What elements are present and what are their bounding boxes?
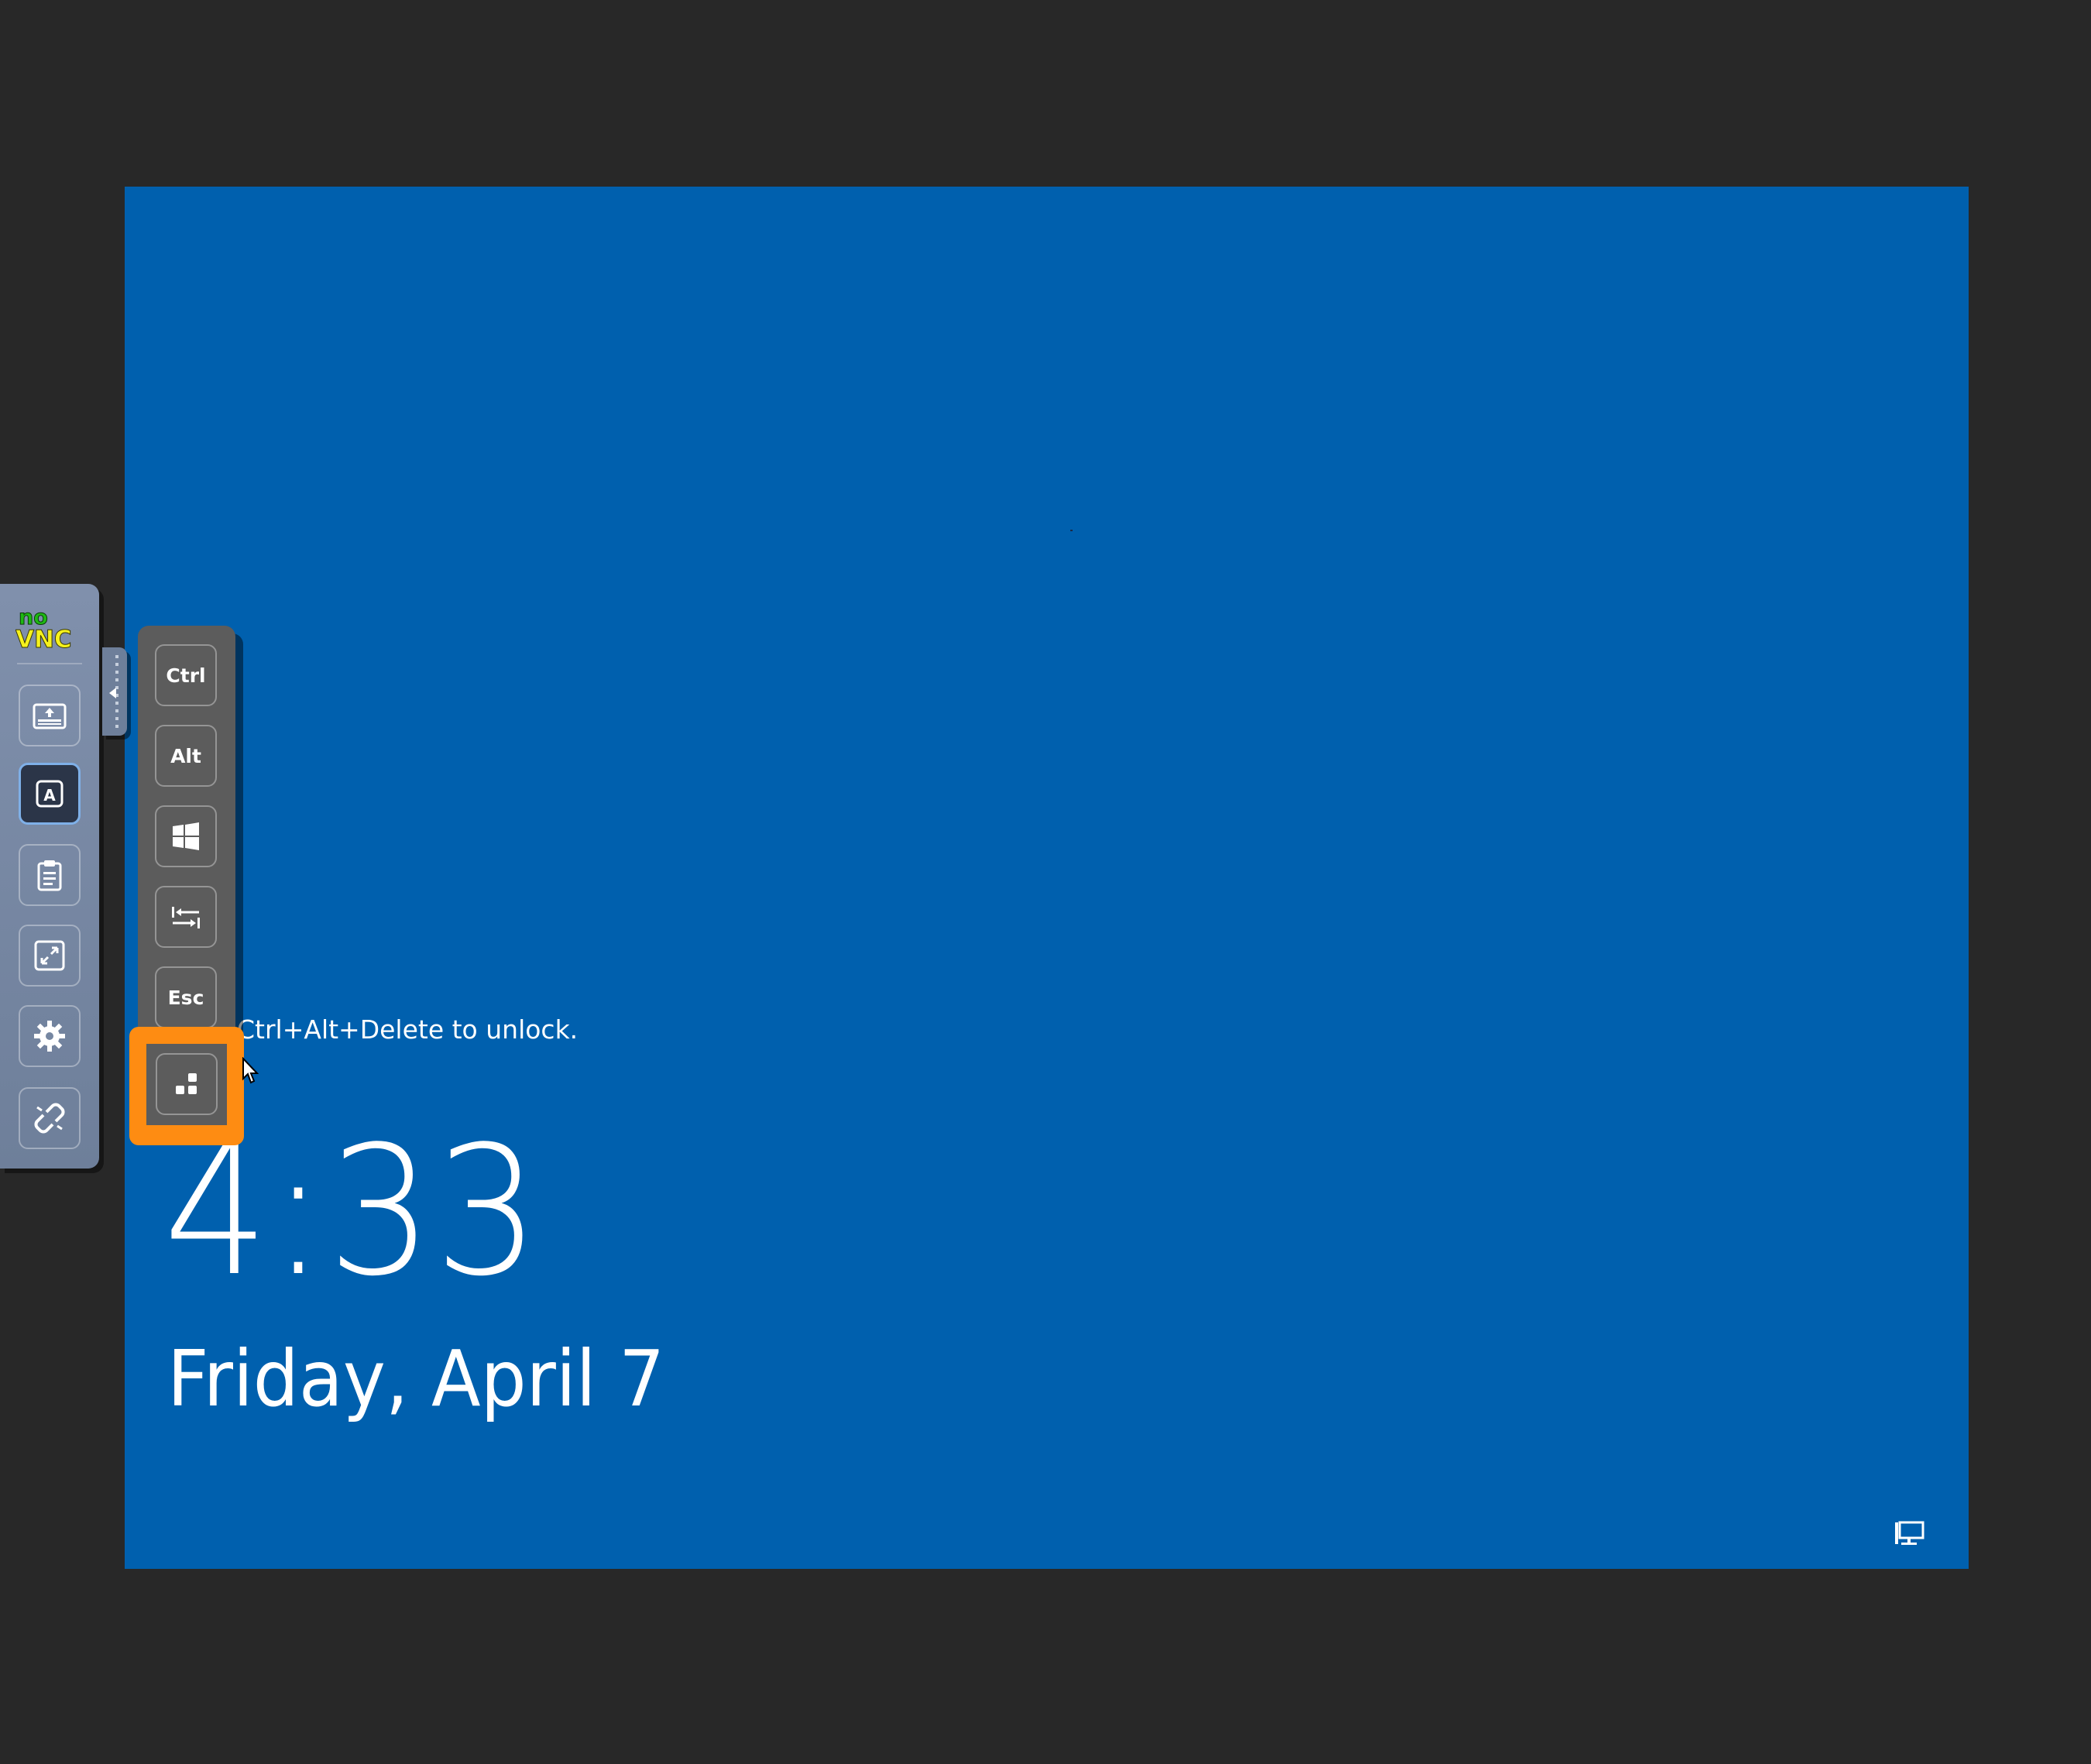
extra-keys-panel: Ctrl Alt Esc (138, 626, 235, 1028)
novnc-control-bar: no VNC A (0, 584, 99, 1169)
extra-keys-button[interactable]: A (19, 763, 81, 825)
stray-pixel (1070, 530, 1073, 531)
ctrl-key-button[interactable]: Ctrl (155, 644, 217, 706)
windows-icon (173, 822, 199, 850)
network-icon[interactable] (1894, 1521, 1924, 1547)
lock-screen-time: 4:33 (163, 1109, 541, 1316)
logo-divider (17, 663, 82, 664)
svg-text:A: A (43, 786, 56, 805)
clipboard-button[interactable] (19, 844, 81, 906)
novnc-logo: no VNC (15, 606, 72, 653)
fullscreen-button[interactable] (19, 925, 81, 987)
fullscreen-icon (34, 940, 65, 971)
lock-screen-date: Friday, April 7 (167, 1333, 665, 1424)
tab-icon (172, 907, 200, 928)
control-bar-handle[interactable] (102, 647, 127, 736)
disconnect-icon (34, 1103, 65, 1134)
ctrl-alt-del-icon (176, 1073, 197, 1094)
mouse-cursor-icon (242, 1057, 259, 1084)
logo-vnc-text: VNC (15, 626, 72, 652)
highlight-panel-background (146, 1044, 227, 1125)
windows-key-button[interactable] (155, 805, 217, 867)
collapse-arrow-icon (109, 688, 116, 698)
extra-keys-icon: A (36, 780, 64, 808)
unlock-message: Ctrl+Alt+Delete to unlock. (237, 1014, 579, 1045)
settings-button[interactable] (19, 1005, 81, 1067)
ctrl-alt-del-button[interactable] (156, 1053, 218, 1115)
highlighted-ctrl-alt-del-target (129, 1027, 244, 1145)
alt-key-button[interactable]: Alt (155, 725, 217, 787)
keyboard-icon (33, 703, 67, 729)
tab-key-button[interactable] (155, 886, 217, 948)
remote-desktop-screen[interactable]: Ctrl+Alt+Delete to unlock. 4:33 Friday, … (125, 187, 1969, 1569)
show-keyboard-button[interactable] (19, 685, 81, 746)
clipboard-icon (37, 860, 62, 891)
settings-icon (34, 1021, 65, 1052)
disconnect-button[interactable] (19, 1087, 81, 1149)
esc-key-button[interactable]: Esc (155, 966, 217, 1028)
